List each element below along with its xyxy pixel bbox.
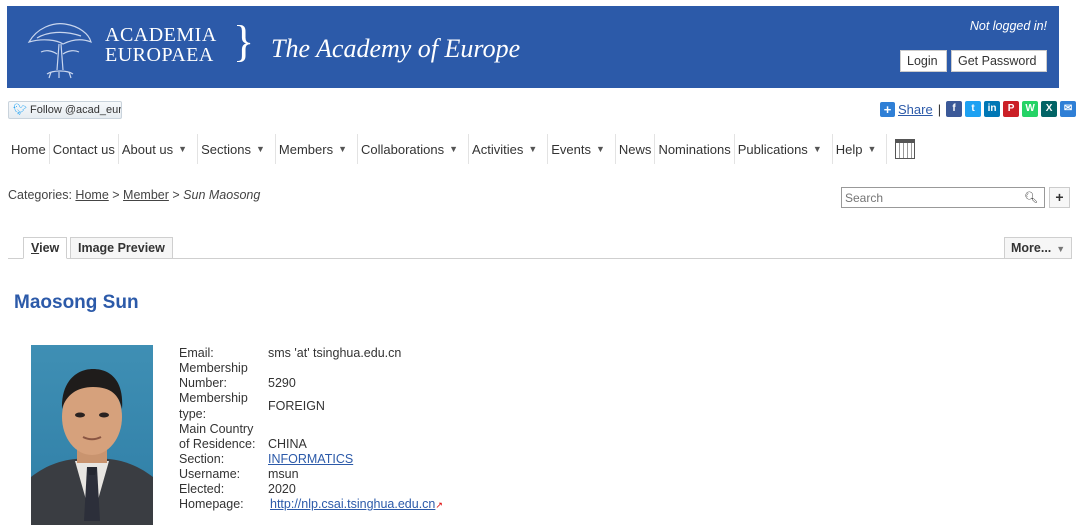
breadcrumb-current: Sun Maosong bbox=[183, 188, 261, 202]
share-link[interactable]: Share bbox=[898, 102, 933, 117]
nav-item-sections[interactable]: Sections ▼ bbox=[198, 134, 276, 164]
nav-item-nominations[interactable]: Nominations bbox=[655, 134, 735, 164]
caret-down-icon: ▼ bbox=[528, 144, 538, 154]
elected-value: 2020 bbox=[268, 482, 296, 496]
share-icons: f t in P W X ✉ bbox=[946, 101, 1077, 117]
email-icon[interactable]: ✉ bbox=[1060, 101, 1077, 117]
search-box: 🔍︎ bbox=[841, 187, 1045, 208]
chevron-down-icon: ▼ bbox=[1056, 244, 1066, 254]
nav-item-label: Sections bbox=[201, 141, 251, 157]
nav-item-members[interactable]: Members ▼ bbox=[276, 134, 358, 164]
section-link[interactable]: INFORMATICS bbox=[268, 452, 353, 466]
membership-number-value: 5290 bbox=[268, 376, 296, 390]
page-title: Maosong Sun bbox=[14, 292, 139, 313]
residence-label-cont: of Residence: bbox=[179, 437, 256, 451]
calendar-icon bbox=[895, 139, 916, 159]
breadcrumb-prefix: Categories: bbox=[8, 188, 72, 202]
member-details: Email: sms 'at' tsinghua.edu.cn Membershi… bbox=[179, 346, 443, 513]
logo-wordmark: ACADEMIA EUROPAEA bbox=[105, 24, 217, 66]
nav-item-label: Help bbox=[835, 141, 863, 157]
email-label: Email: bbox=[179, 346, 214, 360]
more-label: More... bbox=[1011, 241, 1052, 255]
breadcrumb-separator: > bbox=[112, 188, 120, 202]
caret-down-icon: ▼ bbox=[178, 144, 188, 154]
external-link-icon: ↗ bbox=[435, 500, 443, 510]
search-icon[interactable]: 🔍︎ bbox=[1022, 191, 1040, 204]
add-button[interactable]: + bbox=[1049, 187, 1070, 208]
nav-item-help[interactable]: Help ▼ bbox=[833, 134, 888, 164]
elected-label: Elected: bbox=[179, 482, 225, 496]
share-plus-icon[interactable]: + bbox=[880, 101, 895, 117]
twitter-icon[interactable]: t bbox=[965, 101, 982, 117]
residence-label: Main Country bbox=[179, 422, 254, 436]
residence-value: CHINA bbox=[268, 437, 307, 451]
nav-item-label: Home bbox=[11, 141, 46, 157]
caret-down-icon: ▼ bbox=[449, 144, 459, 154]
site-tagline: The Academy of Europe bbox=[271, 34, 521, 63]
caret-down-icon: ▼ bbox=[867, 144, 877, 154]
facebook-icon[interactable]: f bbox=[946, 101, 963, 117]
search-input[interactable] bbox=[842, 188, 1022, 207]
xing-icon[interactable]: X bbox=[1041, 101, 1058, 117]
pinterest-icon[interactable]: P bbox=[1003, 101, 1020, 117]
nav-item-label: Events bbox=[551, 141, 591, 157]
logo-brace: } bbox=[233, 17, 255, 66]
more-menu-button[interactable]: More... ▼ bbox=[1004, 237, 1072, 259]
get-password-button[interactable]: Get Password bbox=[951, 50, 1047, 72]
membership-type-label-cont: type: bbox=[179, 407, 207, 421]
nav-item-calendar[interactable] bbox=[887, 134, 918, 164]
breadcrumb-home[interactable]: Home bbox=[75, 188, 108, 202]
breadcrumb-member[interactable]: Member bbox=[123, 188, 169, 202]
twitter-follow-button[interactable]: 🐦︎ Follow @acad_eur bbox=[8, 101, 122, 119]
membership-type-value: FOREIGN bbox=[268, 399, 325, 413]
twitter-bird-icon: 🐦︎ bbox=[13, 104, 27, 116]
nav-item-contact-us[interactable]: Contact us bbox=[50, 134, 119, 164]
nav-item-label: Collaborations bbox=[361, 141, 445, 157]
email-value: sms 'at' tsinghua.edu.cn bbox=[268, 346, 402, 360]
nav-item-activities[interactable]: Activities ▼ bbox=[469, 134, 549, 164]
nav-item-publications[interactable]: Publications ▼ bbox=[735, 134, 833, 164]
follow-label: Follow @acad_eur bbox=[30, 104, 122, 116]
caret-down-icon: ▼ bbox=[812, 144, 822, 154]
nav-item-news[interactable]: News bbox=[616, 134, 656, 164]
tab-view[interactable]: View bbox=[23, 237, 68, 259]
share-bar: + Share | f t in P W X ✉ bbox=[880, 100, 1077, 118]
header-banner: ACADEMIA EUROPAEA } The Academy of Europ… bbox=[7, 6, 1059, 88]
membership-number-label: Membership bbox=[179, 361, 248, 375]
caret-down-icon: ▼ bbox=[596, 144, 605, 154]
nav-item-collaborations[interactable]: Collaborations ▼ bbox=[358, 134, 470, 164]
breadcrumb: Categories: Home > Member > Sun Maosong bbox=[8, 188, 260, 202]
nav-item-label: Publications bbox=[737, 141, 808, 157]
login-status: Not logged in! bbox=[969, 19, 1047, 33]
username-value: msun bbox=[268, 467, 299, 481]
homepage-link[interactable]: http://nlp.csai.tsinghua.edu.cn bbox=[270, 497, 435, 511]
tab-image-preview[interactable]: Image Preview bbox=[70, 237, 173, 259]
main-nav: Home Contact us About us ▼ Sections ▼ Members ▼… bbox=[8, 134, 918, 164]
nav-item-label: Contact us bbox=[52, 141, 115, 157]
tab-view-label: iew bbox=[39, 241, 60, 255]
whatsapp-icon[interactable]: W bbox=[1022, 101, 1039, 117]
tree-logo-icon bbox=[27, 23, 92, 79]
breadcrumb-separator: > bbox=[172, 188, 180, 202]
nav-item-label: Members bbox=[278, 141, 334, 157]
nav-item-label: News bbox=[618, 141, 652, 157]
section-label: Section: bbox=[179, 452, 225, 466]
nav-item-about-us[interactable]: About us ▼ bbox=[119, 134, 199, 164]
portrait-image bbox=[31, 369, 153, 525]
member-photo bbox=[31, 345, 153, 525]
share-divider: | bbox=[937, 101, 942, 117]
membership-number-label-cont: Number: bbox=[179, 376, 227, 390]
caret-down-icon: ▼ bbox=[255, 144, 265, 154]
login-button[interactable]: Login bbox=[900, 50, 947, 72]
nav-item-label: About us bbox=[121, 141, 174, 157]
username-label: Username: bbox=[179, 467, 241, 481]
nav-item-events[interactable]: Events ▼ bbox=[548, 134, 616, 164]
caret-down-icon: ▼ bbox=[338, 144, 347, 154]
homepage-label: Homepage: bbox=[179, 497, 244, 511]
linkedin-icon[interactable]: in bbox=[984, 101, 1001, 117]
nav-item-home[interactable]: Home bbox=[8, 134, 50, 164]
nav-item-label: Activities bbox=[472, 141, 524, 157]
nav-item-label: Nominations bbox=[658, 141, 731, 157]
tab-view-accesskey: V bbox=[31, 241, 40, 255]
